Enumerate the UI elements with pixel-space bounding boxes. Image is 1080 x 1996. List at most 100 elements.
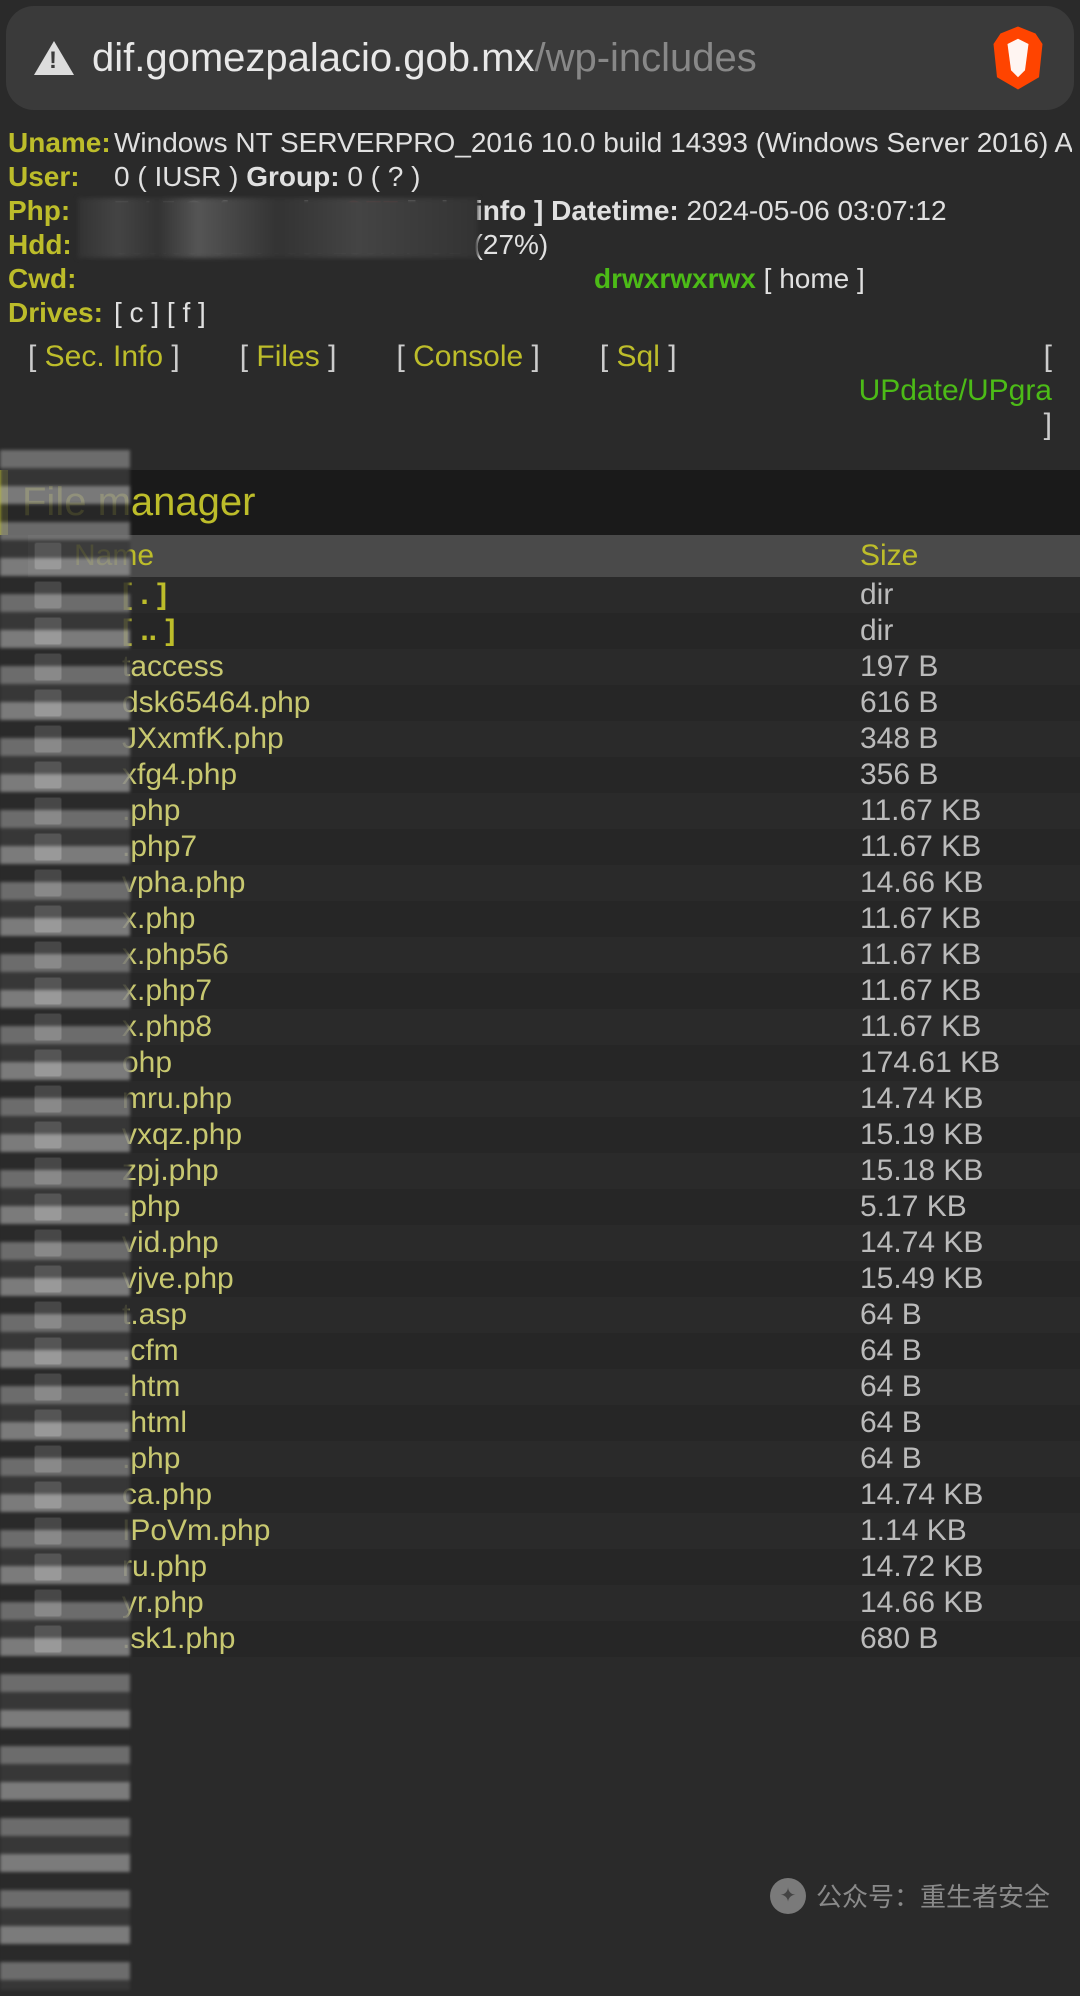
file-row[interactable]: vjve.php15.49 KB: [28, 1261, 1080, 1297]
file-size: 15.49 KB: [860, 1262, 1080, 1296]
file-row[interactable]: xfg4.php356 B: [28, 757, 1080, 793]
file-row[interactable]: zpj.php15.18 KB: [28, 1153, 1080, 1189]
file-name[interactable]: JXxmfK.php: [72, 722, 860, 756]
browser-url-bar[interactable]: dif.gomezpalacio.gob.mx/wp-includes: [6, 6, 1074, 110]
file-name[interactable]: vpha.php: [72, 866, 860, 900]
file-size: 356 B: [860, 758, 1080, 792]
file-name[interactable]: xfg4.php: [72, 758, 860, 792]
file-row[interactable]: .php11.67 KB: [28, 793, 1080, 829]
insecure-warning-icon: [34, 41, 74, 75]
file-name[interactable]: x.php56: [72, 938, 860, 972]
file-row[interactable]: .php64 B: [28, 1441, 1080, 1477]
file-size: dir: [860, 578, 1080, 612]
file-name[interactable]: .php: [72, 794, 860, 828]
file-row[interactable]: .sk1.php680 B: [28, 1621, 1080, 1657]
file-row[interactable]: .cfm64 B: [28, 1333, 1080, 1369]
file-name[interactable]: yr.php: [72, 1586, 860, 1620]
drives-label: Drives:: [8, 296, 100, 330]
file-size: 64 B: [860, 1334, 1080, 1368]
file-row[interactable]: .html64 B: [28, 1405, 1080, 1441]
file-name[interactable]: x.php: [72, 902, 860, 936]
file-size: 11.67 KB: [860, 938, 1080, 972]
nav-sec-info[interactable]: [ Sec. Info ]: [28, 340, 180, 374]
file-row[interactable]: x.php711.67 KB: [28, 973, 1080, 1009]
file-row[interactable]: [ . ]dir: [28, 577, 1080, 613]
file-name[interactable]: vxqz.php: [72, 1118, 860, 1152]
file-name[interactable]: ohp: [72, 1046, 860, 1080]
file-row[interactable]: IPoVm.php1.14 KB: [28, 1513, 1080, 1549]
column-name-header[interactable]: Name: [72, 539, 860, 573]
file-name[interactable]: .htm: [72, 1370, 860, 1404]
file-size: 14.74 KB: [860, 1082, 1080, 1116]
home-link[interactable]: [ home ]: [756, 263, 865, 294]
file-name[interactable]: mru.php: [72, 1082, 860, 1116]
file-table: Name Size [ . ]dir[ .. ]dirtaccess197 Bd…: [0, 535, 1080, 1657]
file-row[interactable]: vxqz.php15.19 KB: [28, 1117, 1080, 1153]
file-name[interactable]: .php: [72, 1442, 860, 1476]
file-row[interactable]: .php711.67 KB: [28, 829, 1080, 865]
file-size: 197 B: [860, 650, 1080, 684]
nav-update[interactable]: [UPdate/UPgra]: [737, 340, 1052, 442]
nav-sql[interactable]: [ Sql ]: [600, 340, 677, 374]
file-row[interactable]: ca.php14.74 KB: [28, 1477, 1080, 1513]
file-row[interactable]: vpha.php14.66 KB: [28, 865, 1080, 901]
nav-files[interactable]: [ Files ]: [240, 340, 337, 374]
url-text: dif.gomezpalacio.gob.mx/wp-includes: [92, 36, 972, 81]
file-name[interactable]: ca.php: [72, 1478, 860, 1512]
file-name[interactable]: .cfm: [72, 1334, 860, 1368]
file-name[interactable]: [ .. ]: [72, 614, 860, 648]
file-size: 14.66 KB: [860, 1586, 1080, 1620]
file-row[interactable]: yr.php14.66 KB: [28, 1585, 1080, 1621]
file-name[interactable]: dsk65464.php: [72, 686, 860, 720]
file-row[interactable]: mru.php14.74 KB: [28, 1081, 1080, 1117]
file-name[interactable]: zpj.php: [72, 1154, 860, 1188]
file-size: 174.61 KB: [860, 1046, 1080, 1080]
file-row[interactable]: taccess197 B: [28, 649, 1080, 685]
file-row[interactable]: ohp174.61 KB: [28, 1045, 1080, 1081]
column-size-header[interactable]: Size: [860, 539, 1080, 573]
file-name[interactable]: .sk1.php: [72, 1622, 860, 1656]
brave-browser-icon[interactable]: [990, 26, 1046, 90]
nav-console[interactable]: [ Console ]: [396, 340, 539, 374]
file-row[interactable]: dsk65464.php616 B: [28, 685, 1080, 721]
file-size: 1.14 KB: [860, 1514, 1080, 1548]
file-row[interactable]: t.asp64 B: [28, 1297, 1080, 1333]
uname-label: Uname:: [8, 126, 100, 160]
file-name[interactable]: IPoVm.php: [72, 1514, 860, 1548]
file-row[interactable]: x.php5611.67 KB: [28, 937, 1080, 973]
file-size: 64 B: [860, 1442, 1080, 1476]
file-row[interactable]: JXxmfK.php348 B: [28, 721, 1080, 757]
file-row[interactable]: .htm64 B: [28, 1369, 1080, 1405]
uname-value: Windows NT SERVERPRO_2016 10.0 build 143…: [114, 126, 1072, 160]
file-name[interactable]: t.asp: [72, 1298, 860, 1332]
file-name[interactable]: .php7: [72, 830, 860, 864]
file-row[interactable]: ru.php14.72 KB: [28, 1549, 1080, 1585]
file-name[interactable]: x.php7: [72, 974, 860, 1008]
file-name[interactable]: x.php8: [72, 1010, 860, 1044]
file-size: 14.74 KB: [860, 1226, 1080, 1260]
file-size: 14.72 KB: [860, 1550, 1080, 1584]
file-row[interactable]: [ .. ]dir: [28, 613, 1080, 649]
file-row[interactable]: .php5.17 KB: [28, 1189, 1080, 1225]
file-size: 680 B: [860, 1622, 1080, 1656]
cwd-label: Cwd:: [8, 262, 100, 296]
file-name[interactable]: vid.php: [72, 1226, 860, 1260]
file-manager-title-bar: File manager: [0, 470, 1080, 535]
file-name[interactable]: [ . ]: [72, 578, 860, 612]
file-name[interactable]: taccess: [72, 650, 860, 684]
file-name[interactable]: .php: [72, 1190, 860, 1224]
file-row[interactable]: x.php11.67 KB: [28, 901, 1080, 937]
file-name[interactable]: .html: [72, 1406, 860, 1440]
wechat-watermark: ✦ 公众号：重生者安全: [770, 1877, 1050, 1914]
cwd-value: drwxrwxrwx [ home ]: [114, 262, 1072, 296]
file-name[interactable]: vjve.php: [72, 1262, 860, 1296]
file-size: 616 B: [860, 686, 1080, 720]
censored-region: [78, 198, 478, 258]
drives-value[interactable]: [ c ] [ f ]: [114, 296, 1072, 330]
file-name[interactable]: ru.php: [72, 1550, 860, 1584]
user-value: 0 ( IUSR ) Group: 0 ( ? ): [114, 160, 1072, 194]
file-size: 5.17 KB: [860, 1190, 1080, 1224]
file-size: 15.19 KB: [860, 1118, 1080, 1152]
file-row[interactable]: x.php811.67 KB: [28, 1009, 1080, 1045]
file-row[interactable]: vid.php14.74 KB: [28, 1225, 1080, 1261]
